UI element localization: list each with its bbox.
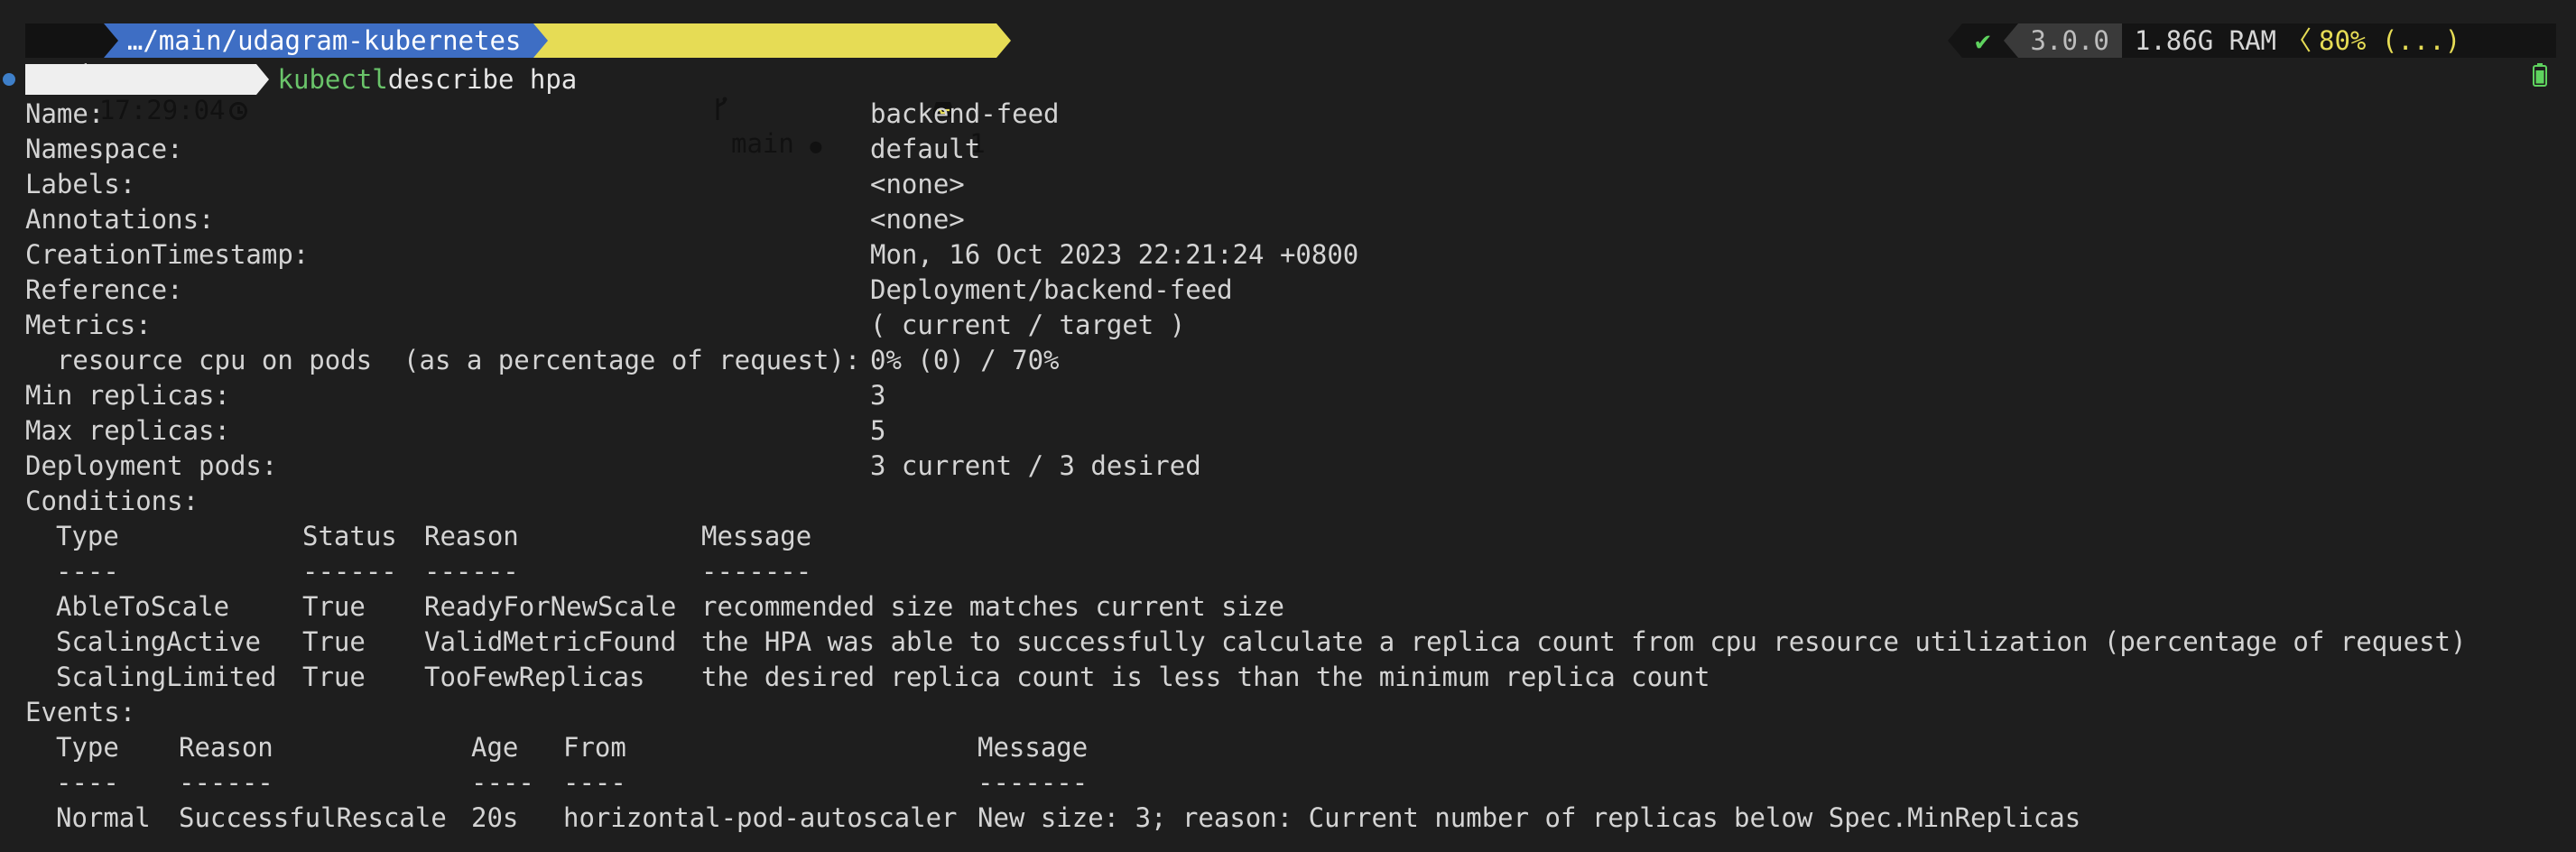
field-value: 0% (0) / 70% (870, 345, 1060, 375)
table-cell: horizontal-pod-autoscaler (563, 802, 958, 833)
command-line: 17:29:04 kubectl describe hpa (0, 61, 578, 125)
prompt-time: 17:29:04 (25, 64, 256, 125)
table-cell: the desired replica count is less than t… (701, 662, 1710, 692)
status-check-icon: ✔ (1962, 23, 2004, 58)
table-cell: the HPA was able to successfully calcula… (701, 626, 2467, 657)
field-key: CreationTimestamp: (25, 239, 310, 270)
table-cell: True (302, 591, 366, 622)
git-branch-icon (620, 58, 727, 161)
field-value: Mon, 16 Oct 2023 22:21:24 +0800 (870, 239, 1359, 270)
field-key: Deployment pods: (25, 450, 278, 481)
field-key: Annotations: (25, 204, 215, 235)
table-cell: recommended size matches current size (701, 591, 1285, 622)
table-divider: ------ (424, 556, 519, 587)
table-cell: New size: 3; reason: Current number of r… (978, 802, 2081, 833)
table-header: Age (471, 732, 519, 763)
time-text: 17:29:04 (98, 95, 226, 125)
field-value: 3 (870, 380, 886, 411)
table-header: Reason (424, 521, 519, 551)
table-cell: 20s (471, 802, 519, 833)
table-cell: True (302, 626, 366, 657)
table-divider: ---- (563, 767, 626, 798)
branch-name: main (730, 128, 794, 159)
field-value: 3 current / 3 desired (870, 450, 1201, 481)
field-key: Labels: (25, 169, 136, 199)
table-cell: ScalingLimited (56, 662, 277, 692)
prompt-path: …/main/udagram-kubernetes (103, 23, 534, 58)
table-cell: SuccessfulRescale (179, 802, 447, 833)
field-value: ( current / target ) (870, 310, 1186, 340)
field-key: Name: (25, 98, 105, 129)
status-bar: ✔ 3.0.0 1.86G RAM 〈 80% (...) (1948, 22, 2556, 87)
table-cell: TooFewReplicas (424, 662, 645, 692)
table-cell: ScalingActive (56, 626, 261, 657)
table-header: Type (56, 732, 119, 763)
table-divider: ------ (302, 556, 397, 587)
git-status: main ● 1 (533, 23, 996, 159)
table-header: From (563, 732, 626, 763)
field-key: Max replicas: (25, 415, 230, 446)
table-cell: Normal (56, 802, 151, 833)
table-header: Message (978, 732, 1089, 763)
field-value: <none> (870, 204, 965, 235)
apple-logo-icon (25, 23, 104, 85)
table-divider: ------- (978, 767, 1089, 798)
battery-icon (2466, 23, 2556, 87)
table-divider: ---- (471, 767, 534, 798)
table-header: Type (56, 521, 119, 551)
ram-usage: 1.86G RAM (2121, 23, 2280, 58)
prompt-bar: …/main/udagram-kubernetes main ● 1 (25, 22, 1011, 159)
field-value: 5 (870, 415, 886, 446)
dirty-marker: ● (810, 135, 822, 158)
table-divider: ------- (701, 556, 812, 587)
table-cell: ValidMetricFound (424, 626, 677, 657)
table-cell: AbleToScale (56, 591, 230, 622)
table-header: Reason (179, 732, 273, 763)
prompt-dot-icon (3, 73, 15, 86)
separator-chevron-icon: 〈 (2280, 23, 2318, 58)
field-key: Reference: (25, 274, 183, 305)
field-key: Metrics: (25, 310, 152, 340)
field-value: backend-feed (870, 98, 1060, 129)
field-key: Namespace: (25, 134, 183, 164)
field-value: default (870, 134, 981, 164)
field-key: resource cpu on pods (as a percentage of… (25, 345, 861, 375)
table-cell: ReadyForNewScale (424, 591, 677, 622)
version-badge: 3.0.0 (2017, 23, 2122, 58)
table-divider: ---- (56, 556, 119, 587)
section-label: Events: (25, 697, 136, 727)
field-value: Deployment/backend-feed (870, 274, 1233, 305)
command-args: describe hpa (387, 64, 578, 95)
table-divider: ---- (56, 767, 119, 798)
battery-level: 80% (...) (2317, 23, 2467, 58)
table-cell: True (302, 662, 366, 692)
clock-icon (228, 101, 247, 120)
section-label: Conditions: (25, 486, 199, 516)
field-key: Min replicas: (25, 380, 230, 411)
table-header: Status (302, 521, 397, 551)
field-value: <none> (870, 169, 965, 199)
command-name: kubectl (277, 64, 388, 95)
table-divider: ------ (179, 767, 273, 798)
table-header: Message (701, 521, 812, 551)
